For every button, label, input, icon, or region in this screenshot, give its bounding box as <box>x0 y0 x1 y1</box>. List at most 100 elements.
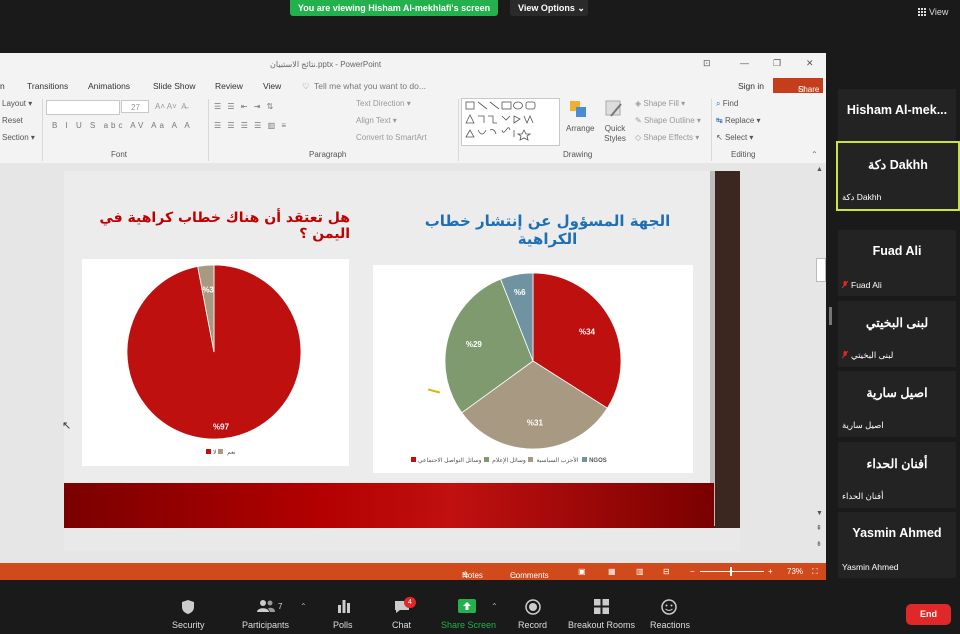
quick-styles-label[interactable]: Quick Styles <box>601 124 629 144</box>
participant-name: Fuad Ali <box>851 280 882 290</box>
participant-tile[interactable]: دكة Dakhh دكة Dakhh <box>836 141 960 211</box>
separator <box>208 99 209 161</box>
ribbon-display-icon[interactable]: ⊡ <box>703 58 711 69</box>
replace-button[interactable]: ↹ Replace ▾ <box>716 116 761 125</box>
zoom-level[interactable]: 73% <box>787 567 803 576</box>
section-label: Section <box>2 133 29 142</box>
font-name-input[interactable] <box>46 100 120 115</box>
end-button[interactable]: End <box>906 604 951 625</box>
mouse-cursor-icon: ↖ <box>62 420 72 432</box>
participants-count: 7 <box>278 602 283 611</box>
reading-view-icon[interactable]: ▥ <box>636 567 644 576</box>
panel-resize-handle[interactable] <box>829 307 832 325</box>
chevron-up-icon[interactable]: ⌃ <box>491 602 498 611</box>
shape-effects-button[interactable]: ◇ Shape Effects ▾ <box>635 133 699 142</box>
shapes-gallery[interactable] <box>461 98 560 146</box>
participants-icon <box>256 599 276 618</box>
polls-button[interactable]: Polls <box>333 620 353 630</box>
list-icons[interactable]: ☰ ☰ ⇤ ⇥ ⇅ <box>214 102 275 111</box>
reactions-button[interactable]: Reactions <box>650 620 690 630</box>
tab-transitions[interactable]: Transitions <box>27 81 68 91</box>
chevron-up-icon[interactable]: ⌃ <box>300 602 307 611</box>
normal-view-icon[interactable]: ▣ <box>578 567 586 576</box>
font-format-icons[interactable]: B I U S abc AV Aa A A <box>52 121 193 130</box>
chat-button[interactable]: Chat <box>392 620 411 630</box>
font-grow-shrink-icons[interactable]: A˄ A˅ A̶ <box>155 102 187 111</box>
record-button[interactable]: Record <box>518 620 547 630</box>
convert-smartart-button[interactable]: Convert to SmartArt <box>356 133 427 142</box>
zoom-in-icon[interactable]: + <box>768 567 773 576</box>
slide-sorter-icon[interactable]: ▦ <box>608 567 616 576</box>
legend-swatch <box>527 457 533 462</box>
text-direction-button[interactable]: Text Direction ▾ <box>356 99 411 108</box>
reactions-icon <box>661 599 677 620</box>
tab-slide-show[interactable]: Slide Show <box>153 81 196 91</box>
layout-button[interactable]: Layout ▾ <box>2 99 32 108</box>
cursor-icon: ↖ <box>716 133 725 142</box>
pie-data-label: %31 <box>527 419 544 428</box>
shield-icon <box>181 599 195 620</box>
editing-group-label: Editing <box>731 150 756 159</box>
tell-me-input[interactable]: Tell me what you want to do... <box>314 81 426 91</box>
participant-tile[interactable]: أفنان الحداء أفنان الحداء <box>838 442 956 508</box>
close-icon[interactable]: ✕ <box>806 58 814 69</box>
vertical-scrollbar[interactable] <box>814 163 826 563</box>
find-button[interactable]: ⌕ Find <box>716 99 738 109</box>
minimize-icon[interactable]: — <box>740 58 749 68</box>
participant-tile[interactable]: Yasmin Ahmed Yasmin Ahmed <box>838 512 956 578</box>
prev-slide-icon[interactable]: ⇞ <box>816 524 822 532</box>
reset-button[interactable]: Reset <box>2 116 23 125</box>
select-button[interactable]: ↖ Select ▾ <box>716 133 753 142</box>
scrollbar-thumb[interactable] <box>816 258 826 282</box>
shape-outline-button[interactable]: ✎ Shape Outline ▾ <box>635 116 701 125</box>
breakout-rooms-button[interactable]: Breakout Rooms <box>568 620 635 630</box>
scroll-down-icon[interactable]: ▼ <box>816 510 823 517</box>
text-direction-label: Text Direction <box>356 99 405 108</box>
tab-animations[interactable]: Animations <box>88 81 130 91</box>
fit-slide-icon[interactable]: ⛶ <box>812 567 818 577</box>
maximize-icon[interactable]: ❐ <box>773 58 781 69</box>
font-size-input[interactable]: 27 <box>121 100 149 113</box>
security-button[interactable]: Security <box>172 620 205 630</box>
zoom-out-icon[interactable]: − <box>690 567 695 576</box>
view-button[interactable]: View <box>918 7 948 17</box>
sign-in-link[interactable]: Sign in <box>738 81 764 91</box>
participant-tile[interactable]: لبنى البخيتي لبنى البخيتي <box>838 301 956 367</box>
participant-display-name: اصيل سارية <box>866 386 928 400</box>
align-text-button[interactable]: Align Text ▾ <box>356 116 397 125</box>
participant-display-name: Hisham Al-mek... <box>846 103 948 117</box>
arrange-label[interactable]: Arrange <box>566 124 594 133</box>
arrange-icon[interactable] <box>566 99 590 121</box>
section-button[interactable]: Section ▾ <box>2 133 35 142</box>
shape-fill-button[interactable]: ◈ Shape Fill ▾ <box>635 99 685 108</box>
chart-right[interactable]: %34 %31 %29 %6 الأحزب السياسية وسائل الإعلا… <box>373 265 693 473</box>
viewing-banner: You are viewing Hisham Al-mekhlafi's scr… <box>290 0 498 16</box>
legend-label: الأحزب السياسية <box>536 458 579 464</box>
legend-swatch <box>206 449 211 454</box>
tab-review[interactable]: Review <box>215 81 243 91</box>
align-text-label: Align Text <box>356 116 391 125</box>
tab-home[interactable]: n <box>0 81 5 91</box>
participant-tile[interactable]: Fuad Ali Fuad Ali <box>838 230 956 296</box>
polls-icon <box>337 599 351 618</box>
zoom-slider[interactable] <box>700 571 764 572</box>
view-options-button[interactable]: View Options ⌄ <box>510 0 588 16</box>
notes-label: Notes <box>462 571 483 580</box>
quick-styles-icon[interactable] <box>603 98 625 122</box>
slideshow-icon[interactable]: ⊟ <box>663 567 670 576</box>
share-button[interactable]: ⚇ Share <box>773 78 823 94</box>
participants-button[interactable]: Participants <box>242 620 289 630</box>
participant-tile[interactable]: اصيل سارية اصيل سارية <box>838 371 956 437</box>
chart-left[interactable]: %97 %3 نعم لا <box>82 259 349 466</box>
collapse-ribbon-icon[interactable]: ⌃ <box>811 150 818 159</box>
align-icons[interactable]: ☰ ☰ ☰ ☰ ▥ ≡ <box>214 121 288 130</box>
slide-footer-band <box>64 483 714 528</box>
next-slide-icon[interactable]: ⇟ <box>816 540 822 548</box>
lightbulb-icon: ♡ <box>302 81 310 91</box>
shape-fill-label: Shape Fill <box>643 99 679 108</box>
find-label: Find <box>722 99 739 108</box>
share-screen-button[interactable]: Share Screen <box>441 620 496 630</box>
tab-view[interactable]: View <box>263 81 281 91</box>
zoom-slider-handle[interactable] <box>730 567 732 576</box>
scroll-up-icon[interactable]: ▲ <box>816 166 823 173</box>
